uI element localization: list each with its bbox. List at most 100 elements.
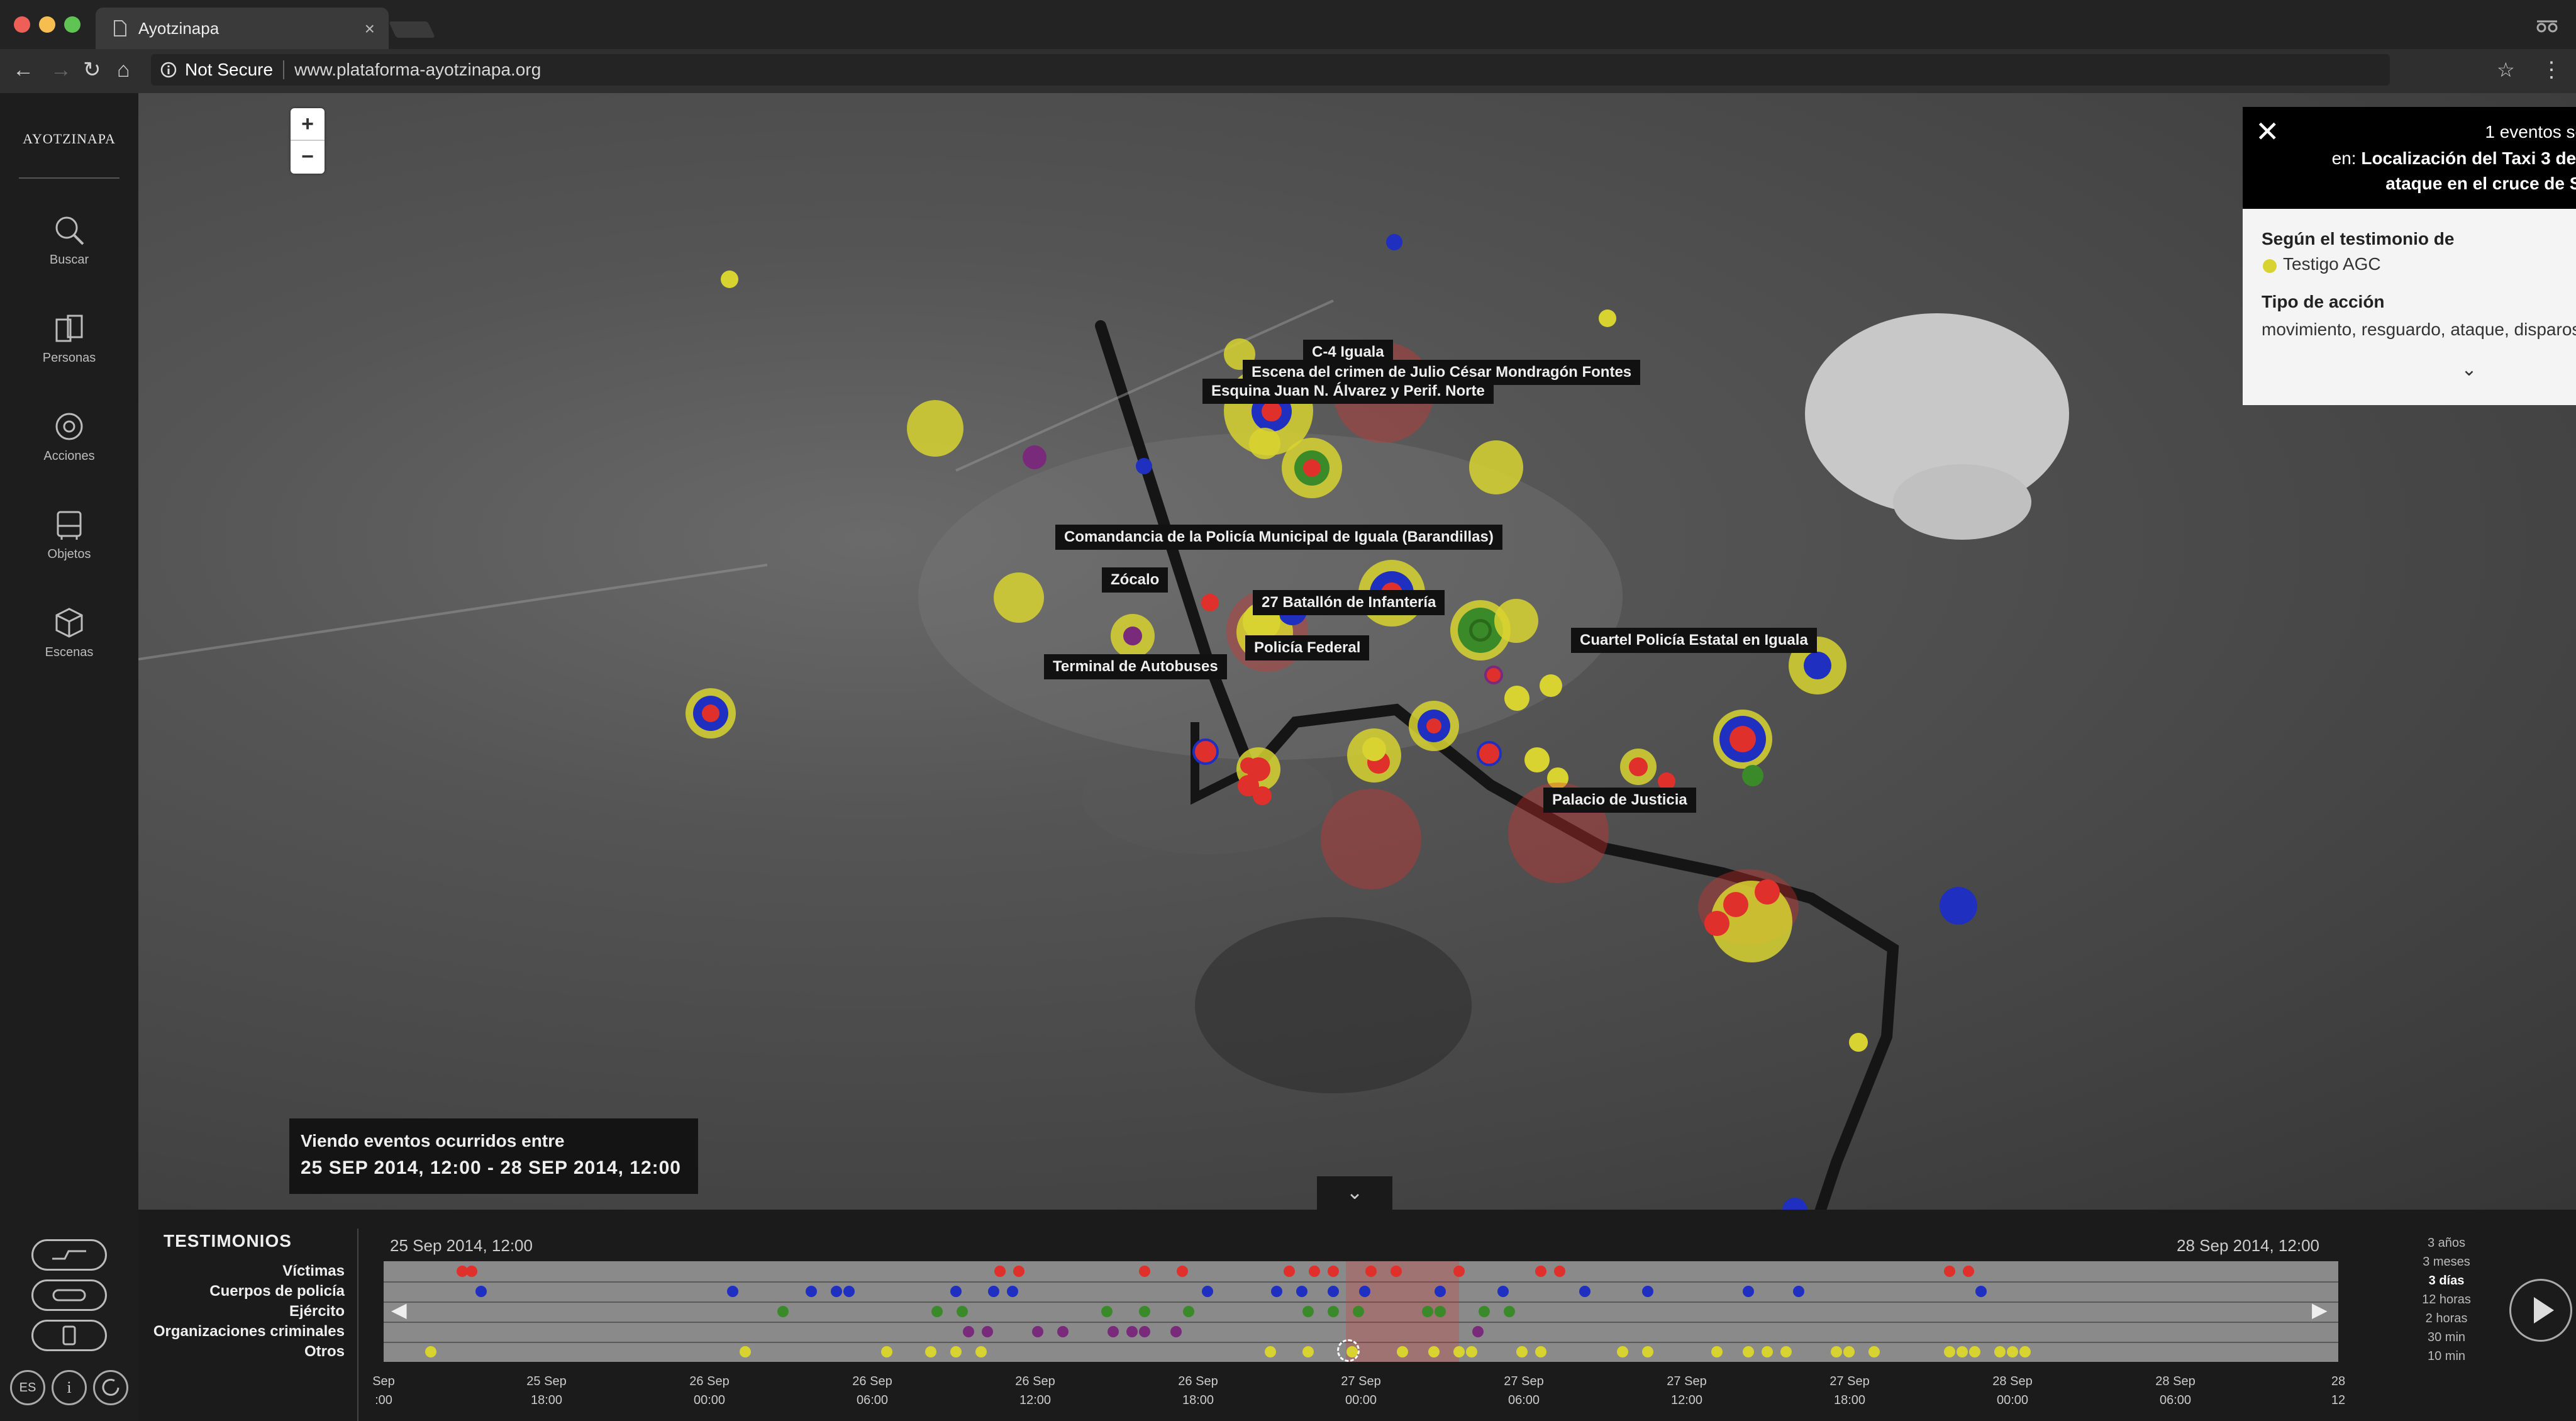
- address-bar[interactable]: Not Secure www.plataforma-ayotzinapa.org: [151, 54, 2390, 86]
- event-marker[interactable]: [1742, 765, 1763, 786]
- timeline-event-dot[interactable]: [2007, 1346, 2018, 1357]
- timeline-left-arrow[interactable]: ◀: [391, 1298, 407, 1322]
- timeline-event-dot[interactable]: [1139, 1326, 1150, 1337]
- timeline-event-dot[interactable]: [1975, 1286, 1987, 1297]
- event-marker[interactable]: [1629, 757, 1648, 776]
- timeline-event-dot[interactable]: [806, 1286, 817, 1297]
- timeline-event-dot[interactable]: [1284, 1266, 1295, 1277]
- home-icon[interactable]: ⌂: [117, 55, 130, 84]
- satellite-map[interactable]: C-4 Iguala Escena del crimen de Julio Cé…: [138, 93, 2576, 1210]
- timeline-event-dot[interactable]: [1057, 1326, 1069, 1337]
- timeline-event-dot[interactable]: [777, 1306, 789, 1317]
- zoom-level-option[interactable]: 30 min: [2402, 1330, 2490, 1345]
- event-marker[interactable]: [1321, 789, 1421, 889]
- timeline-event-dot[interactable]: [1013, 1266, 1024, 1277]
- timeline-event-dot[interactable]: [1617, 1346, 1628, 1357]
- event-marker[interactable]: [1484, 666, 1503, 684]
- timeline-event-dot[interactable]: [1202, 1286, 1213, 1297]
- event-marker[interactable]: [1940, 887, 1977, 925]
- sidebar-item-acciones[interactable]: Acciones: [0, 409, 138, 464]
- location-label[interactable]: Comandancia de la Policía Municipal de I…: [1055, 525, 1502, 550]
- timeline-event-dot[interactable]: [425, 1346, 436, 1357]
- event-marker[interactable]: [1477, 741, 1502, 766]
- timeline-event-dot[interactable]: [1183, 1306, 1194, 1317]
- event-marker[interactable]: [1540, 674, 1562, 697]
- timeline-event-dot[interactable]: [975, 1346, 987, 1357]
- timeline-event-dot[interactable]: [1007, 1286, 1018, 1297]
- timeline-event-dot[interactable]: [881, 1346, 892, 1357]
- logo[interactable]: AYOTZINAPA: [0, 131, 138, 147]
- event-marker[interactable]: [702, 705, 719, 722]
- timeline-event-dot[interactable]: [1139, 1306, 1150, 1317]
- timeline-event-dot[interactable]: [1868, 1346, 1880, 1357]
- sidebar-item-escenas[interactable]: Escenas: [0, 605, 138, 660]
- timeline-event-dot[interactable]: [1944, 1266, 1955, 1277]
- browser-tab[interactable]: Ayotzinapa ×: [96, 8, 389, 49]
- zoom-in-button[interactable]: +: [291, 108, 325, 141]
- event-marker[interactable]: [1123, 627, 1142, 645]
- timeline-event-dot[interactable]: [1101, 1306, 1113, 1317]
- maximize-window-button[interactable]: [64, 16, 80, 33]
- timeline-event-dot[interactable]: [1554, 1266, 1565, 1277]
- timeline-event-dot[interactable]: [1535, 1346, 1546, 1357]
- timeline-event-dot[interactable]: [727, 1286, 738, 1297]
- bookmark-star-icon[interactable]: ☆: [2497, 55, 2515, 84]
- timeline-event-dot[interactable]: [988, 1286, 999, 1297]
- zoom-level-option[interactable]: 3 años: [2402, 1236, 2490, 1251]
- sidebar-item-objetos[interactable]: Objetos: [0, 507, 138, 562]
- timeline-event-dot[interactable]: [1271, 1286, 1282, 1297]
- timeline-event-dot[interactable]: [1743, 1346, 1754, 1357]
- event-marker[interactable]: [1192, 738, 1219, 765]
- event-marker[interactable]: [1504, 686, 1530, 711]
- event-marker[interactable]: [721, 270, 738, 288]
- event-marker[interactable]: [1249, 428, 1280, 459]
- timeline-event-dot[interactable]: [475, 1286, 487, 1297]
- toggle-phones-button[interactable]: [31, 1320, 107, 1351]
- timeline-event-dot[interactable]: [994, 1266, 1006, 1277]
- location-label[interactable]: Zócalo: [1102, 567, 1169, 593]
- timeline-event-dot[interactable]: [1296, 1286, 1307, 1297]
- timeline-event-dot[interactable]: [950, 1346, 962, 1357]
- timeline-event-dot[interactable]: [1139, 1266, 1150, 1277]
- timeline-event-dot[interactable]: [466, 1266, 477, 1277]
- timeline-event-dot[interactable]: [1328, 1286, 1339, 1297]
- event-marker[interactable]: [1303, 459, 1321, 477]
- timeline-event-dot[interactable]: [1177, 1266, 1188, 1277]
- timeline-event-dot[interactable]: [1793, 1286, 1804, 1297]
- timeline-event-dot[interactable]: [1328, 1266, 1339, 1277]
- event-marker[interactable]: [1240, 757, 1257, 774]
- event-marker[interactable]: [994, 572, 1044, 623]
- timeline-event-dot[interactable]: [1831, 1346, 1842, 1357]
- incognito-icon[interactable]: [2534, 15, 2560, 34]
- toggle-routes-button[interactable]: [31, 1239, 107, 1271]
- event-marker[interactable]: [1426, 718, 1441, 733]
- timeline-event-dot[interactable]: [1391, 1266, 1402, 1277]
- zoom-out-button[interactable]: −: [291, 141, 325, 174]
- back-icon[interactable]: ←: [13, 55, 34, 84]
- timeline-event-dot[interactable]: [1265, 1346, 1276, 1357]
- timeline-event-dot[interactable]: [1969, 1346, 1980, 1357]
- timeline-event-dot[interactable]: [950, 1286, 962, 1297]
- timeline-event-dot[interactable]: [931, 1306, 943, 1317]
- timeline-event-dot[interactable]: [1497, 1286, 1509, 1297]
- timeline-event-dot[interactable]: [1843, 1346, 1855, 1357]
- location-label[interactable]: Cuartel Policía Estatal en Iguala: [1571, 628, 1817, 653]
- timeline-event-dot[interactable]: [1302, 1306, 1314, 1317]
- zoom-level-option[interactable]: 3 días: [2402, 1274, 2490, 1288]
- event-marker[interactable]: [1729, 726, 1756, 752]
- location-label[interactable]: Terminal de Autobuses: [1044, 654, 1227, 679]
- event-marker[interactable]: [1023, 445, 1046, 469]
- event-marker[interactable]: [1362, 737, 1386, 761]
- timeline-event-dot[interactable]: [1328, 1306, 1339, 1317]
- event-marker[interactable]: [1704, 911, 1729, 936]
- timeline-event-dot[interactable]: [843, 1286, 855, 1297]
- timeline-event-dot[interactable]: [1504, 1306, 1515, 1317]
- event-marker[interactable]: [1599, 309, 1616, 327]
- timeline-right-arrow[interactable]: ▶: [2312, 1298, 2328, 1322]
- new-tab-button[interactable]: [388, 21, 436, 38]
- event-marker[interactable]: [1755, 879, 1780, 905]
- timeline-event-dot[interactable]: [1453, 1346, 1465, 1357]
- timeline-event-dot[interactable]: [1453, 1266, 1465, 1277]
- timeline-event-dot[interactable]: [1957, 1346, 1968, 1357]
- sidebar-item-buscar[interactable]: Buscar: [0, 213, 138, 267]
